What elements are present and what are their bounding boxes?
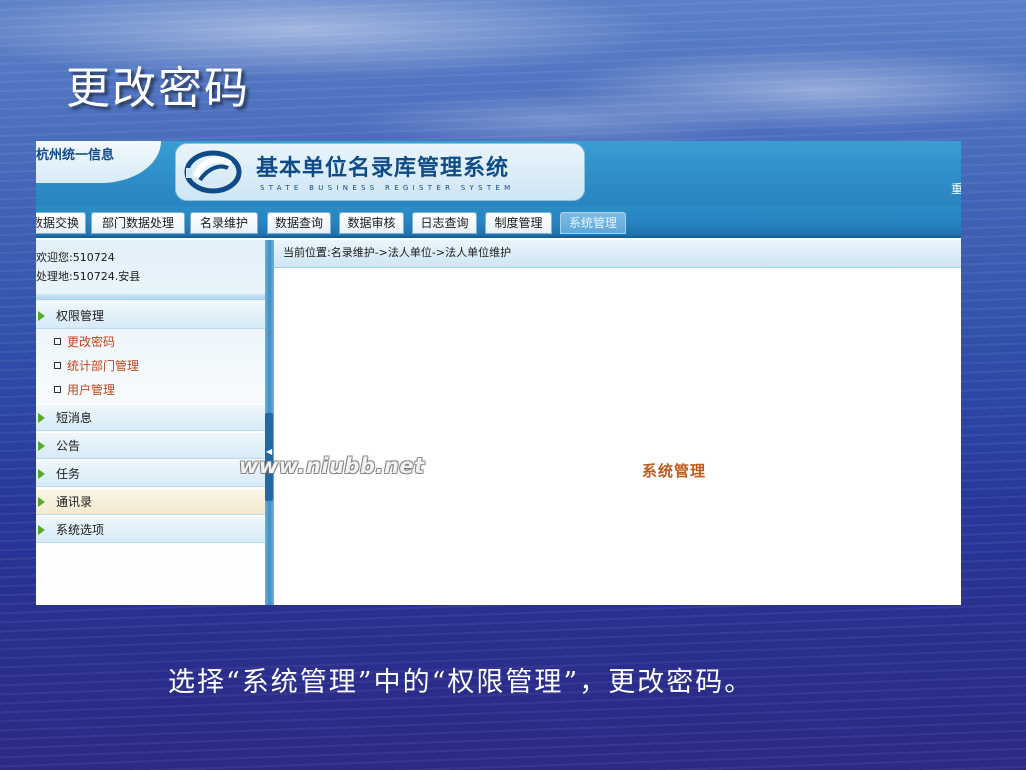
org-name: 杭州统一信息 — [36, 148, 115, 163]
sidebar-menu-label: 公告 — [56, 439, 81, 453]
system-name: 基本单位名录库管理系统 — [256, 156, 510, 181]
welcome-value: 510724 — [72, 251, 115, 264]
system-logo-box: 基本单位名录库管理系统 STATE BUSINESS REGISTER SYST… — [175, 143, 585, 201]
sidebar-menu-label: 系统选项 — [56, 523, 105, 537]
expand-triangle-icon — [38, 525, 45, 535]
sidebar-item-label: 统计部门管理 — [67, 359, 140, 373]
sidebar: 欢迎您:510724 处理地:510724.安县 权限管理 更改密码 统计部门管… — [36, 240, 265, 605]
bullet-square-icon — [54, 338, 61, 345]
welcome-label: 欢迎您: — [36, 251, 73, 264]
app-banner: 杭州统一信息 基本单位名录库管理系统 STATE BUSINESS REGIST… — [36, 141, 961, 206]
org-tab: 杭州统一信息 — [36, 141, 161, 183]
sidebar-menu-announcements[interactable]: 公告 — [36, 432, 265, 459]
sidebar-menu-system-options[interactable]: 系统选项 — [36, 516, 265, 543]
system-logo-icon — [184, 150, 242, 194]
main-nav: 数据交换 部门数据处理 名录维护 数据查询 数据审核 日志查询 制度管理 系统管… — [36, 206, 961, 238]
sidebar-item-label: 更改密码 — [67, 335, 116, 349]
expand-triangle-icon — [38, 469, 45, 479]
sidebar-menu-label: 权限管理 — [56, 309, 105, 323]
sidebar-menu-messages[interactable]: 短消息 — [36, 404, 265, 431]
user-info: 欢迎您:510724 处理地:510724.安县 — [36, 248, 140, 286]
sidebar-item-label: 用户管理 — [67, 383, 116, 397]
main-content: 当前位置:名录维护->法人单位->法人单位维护 系统管理 — [274, 240, 961, 605]
banner-right-text: 重 — [951, 182, 961, 196]
sidebar-menu-contacts[interactable]: 通讯录 — [36, 488, 265, 515]
tab-data-audit[interactable]: 数据审核 — [339, 212, 404, 234]
location-value: 510724.安县 — [72, 270, 141, 283]
sidebar-menu-label: 短消息 — [56, 411, 93, 425]
tab-log-query[interactable]: 日志查询 — [412, 212, 477, 234]
sidebar-divider — [36, 294, 265, 300]
tab-data-query[interactable]: 数据查询 — [267, 212, 331, 234]
expand-triangle-icon — [38, 413, 45, 423]
content-title: 系统管理 — [642, 462, 707, 480]
location-label: 处理地: — [36, 270, 73, 283]
sidebar-item-change-password[interactable]: 更改密码 — [54, 332, 115, 352]
sidebar-menu-permissions[interactable]: 权限管理 — [36, 302, 265, 329]
breadcrumb: 当前位置:名录维护->法人单位->法人单位维护 — [274, 240, 961, 268]
tab-directory-maintenance[interactable]: 名录维护 — [190, 212, 258, 234]
tab-dept-data[interactable]: 部门数据处理 — [91, 212, 185, 234]
sidebar-menu-tasks[interactable]: 任务 — [36, 460, 265, 487]
slide-title: 更改密码 — [66, 63, 250, 114]
tab-system-management[interactable]: 系统管理 — [560, 212, 626, 234]
expand-triangle-icon — [38, 311, 45, 321]
expand-triangle-icon — [38, 497, 45, 507]
bullet-square-icon — [54, 362, 61, 369]
sidebar-item-user-management[interactable]: 用户管理 — [54, 380, 115, 400]
tab-data-exchange[interactable]: 数据交换 — [36, 212, 86, 234]
bullet-square-icon — [54, 386, 61, 393]
sidebar-item-stat-dept[interactable]: 统计部门管理 — [54, 356, 139, 376]
slide-caption: 选择“系统管理”中的“权限管理”，更改密码。 — [168, 667, 754, 698]
app-window: 杭州统一信息 基本单位名录库管理系统 STATE BUSINESS REGIST… — [36, 141, 961, 605]
tab-system-rules[interactable]: 制度管理 — [485, 212, 552, 234]
sidebar-menu-label: 任务 — [56, 467, 81, 481]
sidebar-menu-label: 通讯录 — [56, 495, 93, 509]
system-name-en: STATE BUSINESS REGISTER SYSTEM — [260, 184, 515, 192]
expand-triangle-icon — [38, 441, 45, 451]
site-watermark: www.niubb.net — [239, 454, 425, 478]
